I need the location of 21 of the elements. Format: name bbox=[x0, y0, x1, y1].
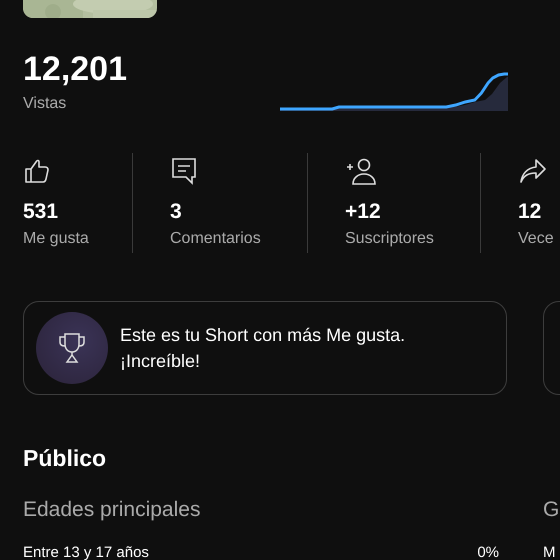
highlight-card[interactable]: Este es tu Short con más Me gusta. ¡Increíble! bbox=[23, 301, 507, 395]
stat-label: Comentarios bbox=[170, 230, 261, 248]
highlight-text: Este es tu Short con más Me gusta. ¡Increíble! bbox=[120, 324, 406, 373]
views-label: Vistas bbox=[23, 95, 68, 113]
comment-icon bbox=[170, 156, 198, 186]
stat-value: 531 bbox=[23, 200, 58, 224]
views-count: 12,201 bbox=[23, 50, 127, 89]
stat-value: +12 bbox=[345, 200, 381, 224]
row-label: M bbox=[543, 544, 556, 560]
section-title: Público bbox=[23, 445, 108, 472]
subsection-title: Edades principales bbox=[23, 498, 202, 522]
stat-label: Vece bbox=[518, 230, 554, 248]
row-label: Entre 13 y 17 años bbox=[23, 544, 149, 560]
subsection-title: G bbox=[543, 498, 560, 522]
stat-label: Suscriptores bbox=[345, 230, 434, 248]
share-arrow-icon bbox=[518, 156, 548, 186]
stat-value: 12 bbox=[518, 200, 542, 224]
add-person-icon bbox=[345, 156, 379, 186]
stat-value: 3 bbox=[170, 200, 182, 224]
stat-label: Me gusta bbox=[23, 230, 89, 248]
row-value: 0% bbox=[477, 544, 499, 560]
